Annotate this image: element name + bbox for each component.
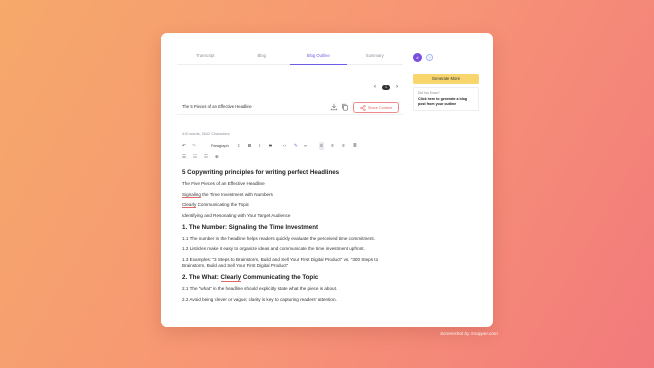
spellcheck-underline[interactable]: Clearly xyxy=(182,202,197,209)
redo-icon[interactable]: ↷ xyxy=(192,142,196,150)
numbered-list-icon[interactable]: ☷ xyxy=(193,153,197,161)
section-heading: 1. The Number: Signaling the Time Invest… xyxy=(182,223,319,231)
link-icon[interactable]: ∞ xyxy=(304,142,307,150)
align-center-icon[interactable]: ≡ xyxy=(331,142,334,150)
more-options-icon[interactable]: ⊕ xyxy=(215,153,219,161)
italic-icon[interactable]: I xyxy=(259,142,260,150)
page-number: 1 xyxy=(382,85,390,90)
share-content-button[interactable]: Share Content xyxy=(353,102,399,113)
intro-line: The Five Pieces of an Effective Headline xyxy=(182,181,265,186)
tab-blog-outline[interactable]: Blog Outline xyxy=(290,47,347,65)
share-content-label: Share Content xyxy=(367,105,393,110)
align-left-icon[interactable]: ≡ xyxy=(319,142,324,150)
share-icon xyxy=(360,104,366,111)
generate-more-button[interactable]: Generate More xyxy=(413,74,479,84)
section-point: 2.1 The "what" in the headline should ex… xyxy=(182,285,338,291)
editor-panel: Transcript Blog Blog Outline Summary ‹ 1… xyxy=(177,33,403,327)
download-icon[interactable] xyxy=(330,103,338,111)
intro-line: Identifying and Resonating with Your Tar… xyxy=(182,213,291,219)
checklist-icon[interactable]: ☶ xyxy=(204,153,208,161)
editor-content[interactable]: 5 Copywriting principles for writing per… xyxy=(182,169,400,307)
section-point: 1.1 The number in the headline helps rea… xyxy=(182,235,375,241)
section-point: 2.2 Avoid being clever or vague; clarity… xyxy=(182,296,337,302)
intro-line: Signaling the Time Investment with Numbe… xyxy=(182,191,273,198)
bullet-list-icon[interactable]: ☰ xyxy=(182,153,186,161)
prev-page-icon[interactable]: ‹ xyxy=(371,84,379,91)
word-count: 410 words, 2642 Characters xyxy=(182,132,230,136)
content-title: 5 Copywriting principles for writing per… xyxy=(182,169,340,176)
strikethrough-icon[interactable]: S xyxy=(269,142,272,150)
app-window: Transcript Blog Blog Outline Summary ‹ 1… xyxy=(161,33,493,327)
tip-body: Click here to generate a blog post from … xyxy=(418,97,468,106)
intro-line: Clearly Communicating the Topic xyxy=(182,202,250,209)
paragraph-style-select[interactable]: Paragraph xyxy=(211,142,229,150)
code-icon[interactable]: ‹› xyxy=(283,142,286,150)
format-toolbar: ↶ ↷ Paragraph ⇕ B I S ‹› ✎ ∞ ≡ ≡ ≡ ≣ xyxy=(182,142,400,150)
chevron-updown-icon[interactable]: ⇕ xyxy=(237,142,240,150)
next-page-icon[interactable]: › xyxy=(393,84,401,91)
spellcheck-underline[interactable]: Signaling xyxy=(182,191,201,198)
help-icon[interactable]: ? xyxy=(426,54,433,61)
tab-summary[interactable]: Summary xyxy=(347,47,404,64)
document-header: The 5 Pieces of an Effective Headline Sh… xyxy=(177,101,403,115)
section-point: 1.2 Listicles make it easy to organize i… xyxy=(182,246,365,252)
undo-icon[interactable]: ↶ xyxy=(182,142,186,150)
right-sidebar: # ? Generate More Did You Know? Click he… xyxy=(412,33,493,327)
avatar[interactable]: # xyxy=(413,53,422,62)
document-headline: The 5 Pieces of an Effective Headline xyxy=(182,104,252,109)
align-justify-icon[interactable]: ≣ xyxy=(353,142,357,150)
format-toolbar-row-2: ☰ ☷ ☶ ⊕ xyxy=(182,153,242,161)
section-point: 1.3 Examples: "3 Steps to Brainstorm, Bu… xyxy=(182,257,379,269)
copy-icon[interactable] xyxy=(341,103,349,111)
bold-icon[interactable]: B xyxy=(248,142,251,150)
tab-bar: Transcript Blog Blog Outline Summary xyxy=(177,47,403,65)
spellcheck-underline[interactable]: Clearly xyxy=(220,273,242,282)
align-right-icon[interactable]: ≡ xyxy=(342,142,345,150)
highlighter-icon[interactable]: ✎ xyxy=(294,142,298,150)
watermark: Screenshot by Xnapper.com xyxy=(440,331,498,336)
pagination: ‹ 1 › xyxy=(371,84,401,91)
tip-card[interactable]: Did You Know? Click here to generate a b… xyxy=(413,87,479,111)
tab-blog[interactable]: Blog xyxy=(234,47,291,64)
section-heading: 2. The What: Clearly Communicating the T… xyxy=(182,273,319,282)
tab-transcript[interactable]: Transcript xyxy=(177,47,234,64)
tip-heading: Did You Know? xyxy=(418,91,440,95)
